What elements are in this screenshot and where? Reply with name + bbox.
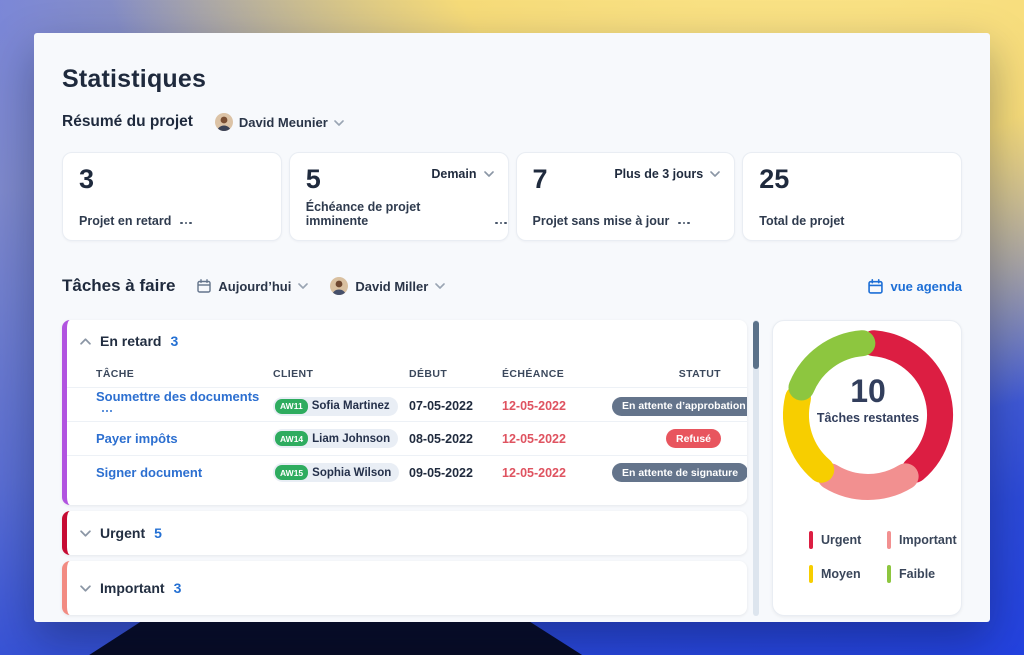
client-code-badge: AW15 xyxy=(275,465,309,481)
task-link[interactable]: Signer document xyxy=(96,465,202,480)
stat-card-late-projects: 3 Projet en retard xyxy=(62,152,282,241)
table-row: Signer document AW15 Sophia Wilson 09-05-… xyxy=(67,455,747,489)
stat-value: 3 xyxy=(79,164,95,194)
legend-marker xyxy=(809,531,813,549)
col-header-tache: TÂCHE xyxy=(96,368,135,380)
stat-cards-row: 3 Projet en retard 5 Demain Échéance de … xyxy=(62,152,962,241)
col-header-echeance: ÉCHÉANCE xyxy=(502,368,565,380)
more-dots-icon[interactable] xyxy=(101,410,113,412)
donut-segment-faible xyxy=(788,330,876,401)
client-code-badge: AW11 xyxy=(275,398,308,414)
due-date: 12-05-2022 xyxy=(502,465,566,480)
legend-item-important: Important xyxy=(887,531,965,549)
stat-card-imminent-deadline: 5 Demain Échéance de projet imminente xyxy=(288,152,509,241)
section-header[interactable]: Important 3 xyxy=(67,561,747,615)
section-title: Important xyxy=(100,580,165,596)
col-header-debut: DÉBUT xyxy=(409,368,448,380)
start-date: 08-05-2022 xyxy=(409,431,473,446)
page-title: Statistiques xyxy=(62,65,207,93)
more-dots-icon[interactable] xyxy=(179,221,193,224)
calendar-icon xyxy=(868,278,884,294)
agenda-view-link[interactable]: vue agenda xyxy=(868,279,962,294)
section-count: 3 xyxy=(173,580,182,596)
due-date: 12-05-2022 xyxy=(502,431,566,446)
owner-select[interactable]: David Meunier xyxy=(214,113,344,131)
section-important: Important 3 xyxy=(62,561,747,615)
stat-dropdown[interactable]: Plus de 3 jours xyxy=(614,167,721,181)
tasks-header-row: Tâches à faire Aujourd’hui David Miller … xyxy=(62,276,962,296)
chevron-down-icon xyxy=(483,171,494,177)
legend-marker xyxy=(809,565,813,583)
chevron-down-icon xyxy=(435,283,446,289)
task-link[interactable]: Soumettre des documents xyxy=(96,389,259,404)
section-title: Urgent xyxy=(100,525,146,541)
section-urgent: Urgent 5 xyxy=(62,511,747,555)
assignee-filter-select[interactable]: David Miller xyxy=(330,277,446,295)
section-title: En retard xyxy=(100,333,162,349)
table-row: Soumettre des documents AW11 Sofia Martin… xyxy=(67,387,747,421)
stat-card-total-projects: 25 Total de projet xyxy=(742,152,962,241)
scrollbar-track[interactable] xyxy=(753,320,759,616)
legend-item-moyen: Moyen xyxy=(809,565,887,583)
status-badge: En attente de signature xyxy=(612,463,747,483)
remaining-tasks-chart-card: 10 Tâches restantes Urgent Important Moy… xyxy=(772,320,962,616)
chevron-down-icon xyxy=(80,584,91,592)
status-badge: Refusé xyxy=(665,429,721,449)
project-summary-row: Résumé du projet David Meunier xyxy=(62,113,344,131)
avatar xyxy=(330,277,349,295)
legend-item-urgent: Urgent xyxy=(809,531,887,549)
chevron-down-icon xyxy=(298,283,309,289)
more-dots-icon[interactable] xyxy=(494,221,508,224)
start-date: 09-05-2022 xyxy=(409,465,473,480)
legend-marker xyxy=(887,565,891,583)
client-chip[interactable]: AW14 Liam Johnson xyxy=(273,429,399,449)
dashboard-window: Statistiques Résumé du projet David Meun… xyxy=(34,33,990,622)
chevron-down-icon xyxy=(80,529,91,537)
start-date: 07-05-2022 xyxy=(409,399,473,413)
col-header-statut: STATUT xyxy=(678,368,721,380)
section-count: 3 xyxy=(170,333,179,349)
task-list: En retard 3 TÂCHE CLIENT DÉBUT ÉCHÉANCE … xyxy=(62,320,747,615)
section-header[interactable]: En retard 3 xyxy=(67,320,747,349)
col-header-client: CLIENT xyxy=(273,368,314,380)
table-row: Payer impôts AW14 Liam Johnson 08-05-2022… xyxy=(67,421,747,455)
scrollbar-thumb[interactable] xyxy=(753,321,759,369)
section-count: 5 xyxy=(154,525,162,541)
legend-item-faible: Faible xyxy=(887,565,965,583)
section-header[interactable]: Urgent 5 xyxy=(67,511,747,555)
chevron-down-icon xyxy=(710,171,721,177)
stat-label: Total de projet xyxy=(759,214,845,228)
date-filter-select[interactable]: Aujourd’hui xyxy=(197,279,309,294)
client-code-badge: AW14 xyxy=(275,431,309,447)
donut-segment-moyen xyxy=(783,385,835,483)
stat-card-no-update: 7 Plus de 3 jours Projet sans mise à jou… xyxy=(515,152,736,241)
tasks-title: Tâches à faire xyxy=(62,276,176,295)
status-badge: En attente d’approbation xyxy=(612,396,747,416)
due-date: 12-05-2022 xyxy=(502,399,566,413)
section-en-retard: En retard 3 TÂCHE CLIENT DÉBUT ÉCHÉANCE … xyxy=(62,320,747,505)
client-chip[interactable]: AW15 Sophia Wilson xyxy=(273,463,400,483)
donut-segment-urgent xyxy=(860,330,953,483)
stat-label: Projet sans mise à jour xyxy=(532,214,670,228)
stat-label: Échéance de projet imminente xyxy=(305,200,421,228)
stat-dropdown[interactable]: Demain xyxy=(431,167,494,181)
task-link[interactable]: Payer impôts xyxy=(96,431,178,446)
avatar xyxy=(214,113,233,131)
table-header-row: TÂCHE CLIENT DÉBUT ÉCHÉANCE STATUT xyxy=(67,361,747,387)
stat-value: 25 xyxy=(759,164,790,194)
owner-name: David Meunier xyxy=(238,114,328,130)
stat-label: Projet en retard xyxy=(79,214,172,228)
chevron-down-icon xyxy=(333,113,344,131)
calendar-icon xyxy=(197,279,212,293)
chart-legend: Urgent Important Moyen Faible xyxy=(809,531,965,583)
summary-label: Résumé du projet xyxy=(62,113,193,130)
legend-marker xyxy=(887,531,891,549)
task-table: TÂCHE CLIENT DÉBUT ÉCHÉANCE STATUT Soume… xyxy=(67,361,747,489)
chevron-up-icon xyxy=(80,337,91,345)
more-dots-icon[interactable] xyxy=(677,221,691,224)
client-chip[interactable]: AW11 Sofia Martinez xyxy=(273,396,398,416)
donut-chart: 10 Tâches restantes xyxy=(773,321,963,511)
donut-segment-important xyxy=(817,463,919,500)
